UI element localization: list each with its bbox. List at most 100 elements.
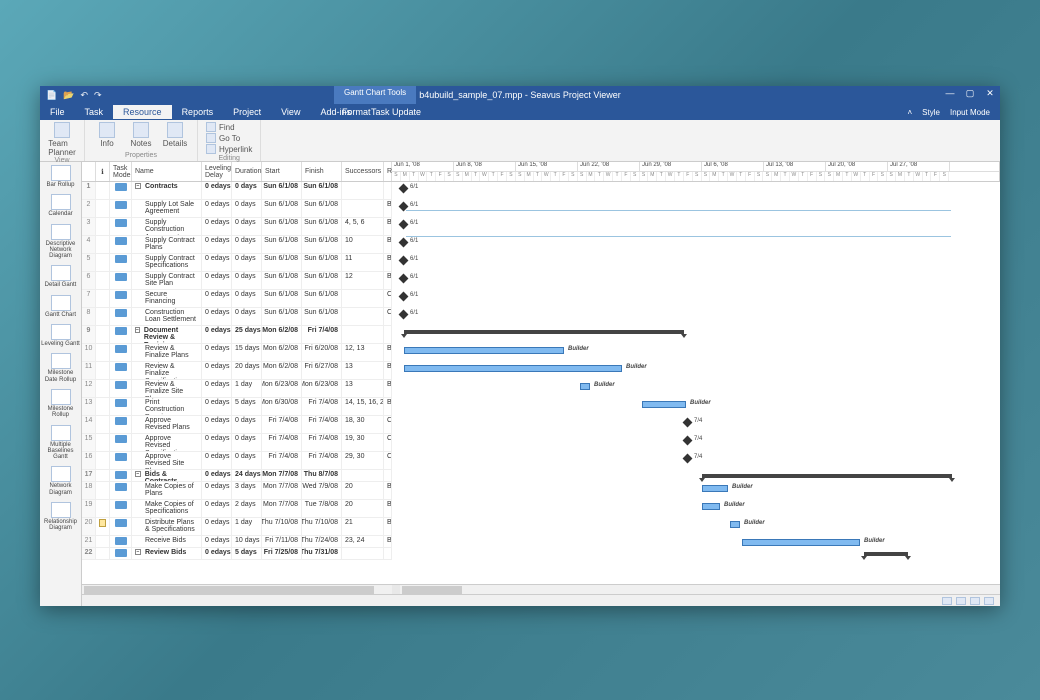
- cell-finish[interactable]: Thu 8/7/08: [302, 470, 342, 481]
- table-row[interactable]: 16Approve Revised Site Plan0 edays0 days…: [82, 452, 392, 470]
- table-row[interactable]: 17−Bids & Contracts0 edays24 daysMon 7/7…: [82, 470, 392, 482]
- cell-successors[interactable]: 10: [342, 236, 384, 253]
- cell-finish[interactable]: Fri 7/4/08: [302, 398, 342, 415]
- outline-toggle-icon[interactable]: −: [135, 327, 140, 333]
- cell-duration[interactable]: 24 days: [232, 470, 262, 481]
- cell-duration[interactable]: 0 days: [232, 182, 262, 199]
- cell-task-mode[interactable]: [110, 398, 132, 415]
- cell-leveling-delay[interactable]: 0 edays: [202, 200, 232, 217]
- cell-leveling-delay[interactable]: 0 edays: [202, 470, 232, 481]
- cell-resource[interactable]: B: [384, 272, 392, 289]
- cell-task-mode[interactable]: [110, 182, 132, 199]
- cell-task-mode[interactable]: [110, 362, 132, 379]
- table-row[interactable]: 2Supply Lot Sale Agreement0 edays0 daysS…: [82, 200, 392, 218]
- cell-leveling-delay[interactable]: 0 edays: [202, 434, 232, 451]
- cell-finish[interactable]: Mon 6/23/08: [302, 380, 342, 397]
- cell-info[interactable]: [96, 362, 110, 379]
- cell-duration[interactable]: 0 days: [232, 218, 262, 235]
- view-shortcut-1[interactable]: [942, 597, 952, 605]
- cell-successors[interactable]: 13: [342, 380, 384, 397]
- cell-finish[interactable]: Sun 6/1/08: [302, 308, 342, 325]
- cell-resource[interactable]: B: [384, 500, 392, 517]
- cell-duration[interactable]: 15 days: [232, 344, 262, 361]
- table-row[interactable]: 7Secure Financing0 edays0 daysSun 6/1/08…: [82, 290, 392, 308]
- cell-info[interactable]: [96, 434, 110, 451]
- row-number[interactable]: 9: [82, 326, 96, 343]
- gantt-milestone[interactable]: [399, 274, 409, 284]
- table-row[interactable]: 18Make Copies of Plans0 edays3 daysMon 7…: [82, 482, 392, 500]
- cell-info[interactable]: [96, 326, 110, 343]
- gantt-bar[interactable]: [702, 485, 728, 492]
- cell-name[interactable]: Approve Revised Specifications: [132, 434, 202, 451]
- cell-name[interactable]: −Bids & Contracts: [132, 470, 202, 481]
- view-shortcut-3[interactable]: [970, 597, 980, 605]
- cell-finish[interactable]: Sun 6/1/08: [302, 200, 342, 217]
- cell-duration[interactable]: 0 days: [232, 236, 262, 253]
- gantt-milestone[interactable]: [399, 238, 409, 248]
- cell-info[interactable]: [96, 218, 110, 235]
- viewbar-item[interactable]: Bar Rollup: [40, 162, 81, 191]
- cell-finish[interactable]: Sun 6/1/08: [302, 254, 342, 271]
- cell-name[interactable]: Make Copies of Plans: [132, 482, 202, 499]
- cell-duration[interactable]: 0 days: [232, 452, 262, 469]
- cell-name[interactable]: Print Construction Drawings: [132, 398, 202, 415]
- row-number[interactable]: 14: [82, 416, 96, 433]
- cell-leveling-delay[interactable]: 0 edays: [202, 518, 232, 535]
- cell-finish[interactable]: Fri 7/4/08: [302, 452, 342, 469]
- cell-task-mode[interactable]: [110, 536, 132, 547]
- find-button[interactable]: Find: [206, 122, 252, 132]
- outline-toggle-icon[interactable]: −: [135, 471, 141, 477]
- cell-leveling-delay[interactable]: 0 edays: [202, 272, 232, 289]
- cell-info[interactable]: [96, 416, 110, 433]
- table-row[interactable]: 3Supply Construction Agreement0 edays0 d…: [82, 218, 392, 236]
- outline-toggle-icon[interactable]: −: [135, 549, 141, 555]
- cell-start[interactable]: Mon 6/23/08: [262, 380, 302, 397]
- table-row[interactable]: 10Review & Finalize Plans0 edays15 daysM…: [82, 344, 392, 362]
- cell-leveling-delay[interactable]: 0 edays: [202, 362, 232, 379]
- cell-duration[interactable]: 20 days: [232, 362, 262, 379]
- cell-duration[interactable]: 0 days: [232, 272, 262, 289]
- cell-leveling-delay[interactable]: 0 edays: [202, 236, 232, 253]
- cell-task-mode[interactable]: [110, 308, 132, 325]
- cell-start[interactable]: Sun 6/1/08: [262, 200, 302, 217]
- cell-name[interactable]: Construction Loan Settlement: [132, 308, 202, 325]
- tab-project[interactable]: Project: [223, 105, 271, 119]
- cell-finish[interactable]: Tue 7/8/08: [302, 500, 342, 517]
- cell-resource[interactable]: B: [384, 380, 392, 397]
- horizontal-scrollbar[interactable]: [82, 584, 1000, 594]
- row-number[interactable]: 6: [82, 272, 96, 289]
- cell-finish[interactable]: Fri 7/4/08: [302, 326, 342, 343]
- cell-name[interactable]: −Review Bids: [132, 548, 202, 559]
- cell-name[interactable]: Secure Financing: [132, 290, 202, 307]
- table-row[interactable]: 5Supply Contract Specifications0 edays0 …: [82, 254, 392, 272]
- cell-info[interactable]: [96, 272, 110, 289]
- cell-resource[interactable]: B: [384, 344, 392, 361]
- cell-resource[interactable]: [384, 470, 392, 481]
- cell-duration[interactable]: 5 days: [232, 548, 262, 559]
- cell-info[interactable]: [96, 344, 110, 361]
- cell-start[interactable]: Sun 6/1/08: [262, 290, 302, 307]
- qa-redo-icon[interactable]: ↷: [94, 90, 102, 101]
- cell-start[interactable]: Mon 6/2/08: [262, 326, 302, 343]
- cell-finish[interactable]: Wed 7/9/08: [302, 482, 342, 499]
- cell-resource[interactable]: B: [384, 482, 392, 499]
- row-number[interactable]: 19: [82, 500, 96, 517]
- cell-finish[interactable]: Fri 6/20/08: [302, 344, 342, 361]
- ribbon-collapse-icon[interactable]: ˄: [908, 108, 913, 117]
- col-successors[interactable]: Successors: [342, 162, 384, 181]
- cell-resource[interactable]: B: [384, 518, 392, 535]
- cell-start[interactable]: Thu 7/10/08: [262, 518, 302, 535]
- cell-name[interactable]: Supply Contract Specifications: [132, 254, 202, 271]
- viewbar-item[interactable]: Milestone Rollup: [40, 386, 81, 422]
- viewbar-item[interactable]: Leveling Gantt: [40, 321, 81, 350]
- gantt-milestone[interactable]: [399, 256, 409, 266]
- cell-duration[interactable]: 3 days: [232, 482, 262, 499]
- table-row[interactable]: 22−Review Bids0 edays5 daysFri 7/25/08Th…: [82, 548, 392, 560]
- cell-leveling-delay[interactable]: 0 edays: [202, 380, 232, 397]
- viewbar-item[interactable]: Multiple Baselines Gantt: [40, 422, 81, 464]
- table-row[interactable]: 19Make Copies of Specifications0 edays2 …: [82, 500, 392, 518]
- outline-toggle-icon[interactable]: −: [135, 183, 141, 189]
- notes-button[interactable]: Notes: [127, 122, 155, 148]
- tab-format[interactable]: Format: [332, 105, 381, 119]
- info-button[interactable]: Info: [93, 122, 121, 148]
